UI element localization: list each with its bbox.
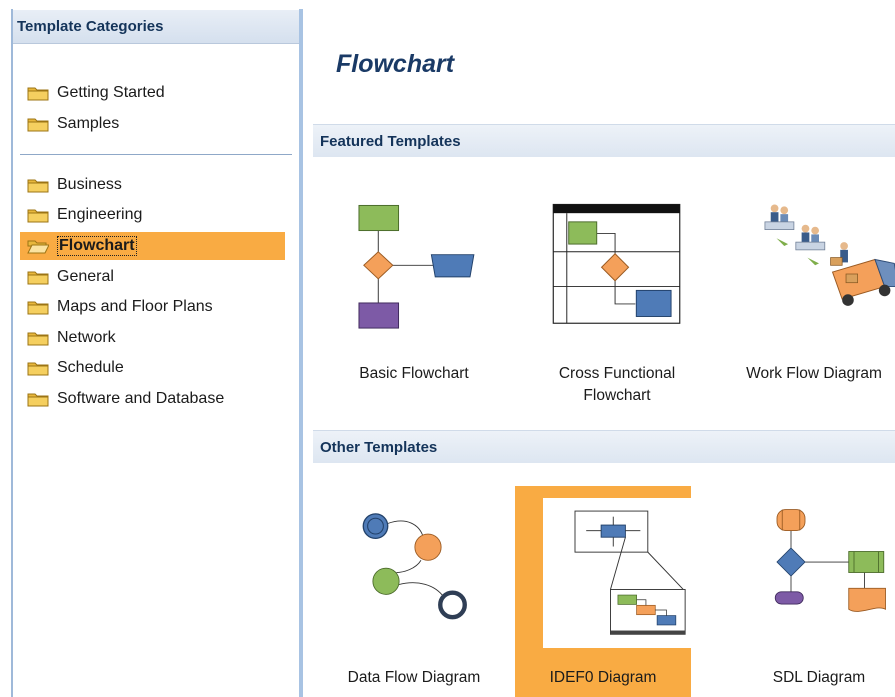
- open-folder-icon: [27, 240, 49, 254]
- category-label: Business: [57, 176, 122, 193]
- template-caption: Work Flow Diagram: [746, 365, 882, 382]
- folder-icon: [27, 301, 49, 315]
- category-schedule[interactable]: Schedule: [20, 356, 285, 380]
- template-basic-flowchart[interactable]: Basic Flowchart: [326, 190, 502, 382]
- category-software-and-database[interactable]: Software and Database: [20, 387, 285, 411]
- page-title: Flowchart: [336, 50, 455, 78]
- other-templates-heading: Other Templates: [313, 430, 895, 463]
- template-idef0-diagram[interactable]: IDEF0 Diagram: [515, 486, 691, 697]
- templates-panel: Flowchart Featured Templates Basic Flowc…: [303, 0, 895, 697]
- idef0-diagram-thumbnail: [574, 510, 686, 635]
- template-caption: Data Flow Diagram: [347, 669, 481, 686]
- folder-icon: [27, 393, 49, 407]
- category-label: Maps and Floor Plans: [57, 298, 213, 315]
- template-caption: Cross Functional Flowchart: [558, 365, 676, 404]
- template-caption: IDEF0 Diagram: [549, 669, 657, 686]
- category-separator: [20, 154, 292, 155]
- category-getting-started[interactable]: Getting Started: [20, 81, 285, 105]
- folder-icon: [27, 332, 49, 346]
- folder-icon: [27, 87, 49, 101]
- category-flowchart[interactable]: Flowchart: [20, 232, 285, 260]
- folder-icon: [27, 271, 49, 285]
- template-cross-functional-flowchart[interactable]: Cross Functional Flowchart: [529, 190, 705, 410]
- folder-icon: [27, 179, 49, 193]
- category-samples[interactable]: Samples: [20, 112, 285, 136]
- people-icon: [764, 204, 848, 266]
- category-label: Engineering: [57, 206, 143, 223]
- folder-icon: [27, 118, 49, 132]
- category-label: Network: [57, 329, 116, 346]
- category-label: Samples: [57, 115, 120, 132]
- category-business[interactable]: Business: [20, 173, 285, 197]
- category-label: Software and Database: [57, 390, 225, 407]
- delivery-truck-icon: [831, 258, 895, 306]
- data-flow-diagram-thumbnail: [362, 513, 467, 620]
- folder-icon: [27, 362, 49, 376]
- category-maps-and-floor-plans[interactable]: Maps and Floor Plans: [20, 295, 285, 319]
- folder-icon: [27, 209, 49, 223]
- category-general[interactable]: General: [20, 265, 285, 289]
- template-caption: Basic Flowchart: [359, 365, 469, 382]
- work-flow-diagram-thumbnail: [764, 204, 895, 306]
- cross-functional-flowchart-thumbnail: [552, 203, 681, 324]
- category-network[interactable]: Network: [20, 326, 285, 350]
- category-label: General: [57, 268, 114, 285]
- template-data-flow-diagram[interactable]: Data Flow Diagram: [326, 485, 502, 697]
- basic-flowchart-thumbnail: [358, 204, 475, 329]
- category-label: Getting Started: [57, 84, 165, 101]
- category-label: Schedule: [57, 359, 124, 376]
- category-label: Flowchart: [57, 236, 137, 256]
- template-caption: SDL Diagram: [772, 669, 866, 686]
- sidebar-title: Template Categories: [13, 10, 299, 44]
- template-work-flow-diagram[interactable]: Work Flow Diagram: [731, 190, 895, 382]
- featured-templates-heading: Featured Templates: [313, 124, 895, 157]
- template-categories-panel: Template Categories Getting Started Samp…: [13, 10, 299, 697]
- template-sdl-diagram[interactable]: SDL Diagram: [731, 485, 895, 697]
- sdl-diagram-thumbnail: [774, 509, 886, 612]
- category-engineering[interactable]: Engineering: [20, 203, 285, 227]
